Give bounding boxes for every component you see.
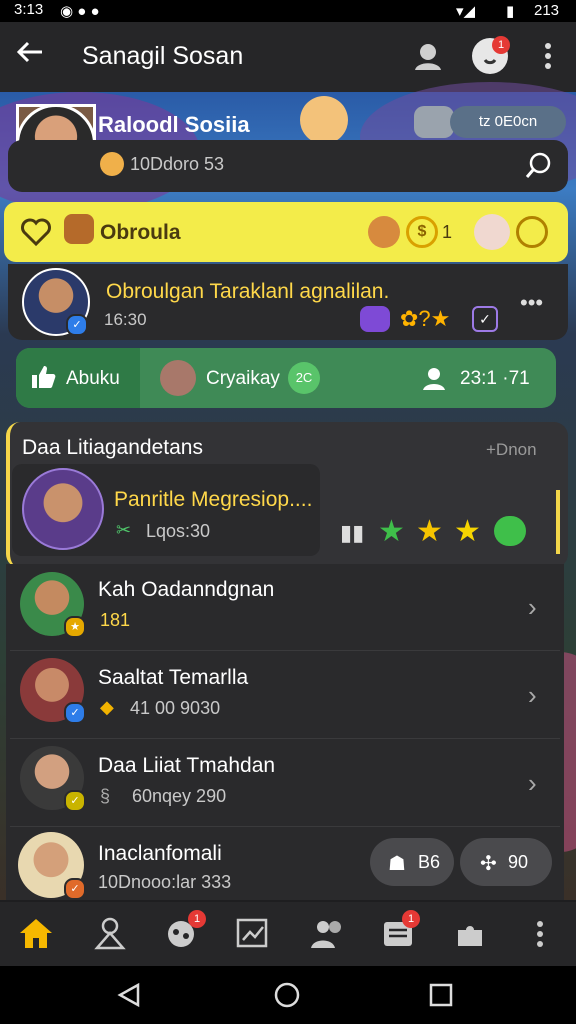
gamepad-icon: ✣ — [480, 853, 497, 875]
back-triangle-icon[interactable] — [116, 982, 142, 1008]
puzzle-icon[interactable] — [452, 916, 492, 952]
nav-badge: 1 — [402, 910, 420, 928]
verified-badge-icon: ✓ — [64, 702, 86, 724]
user-label: Cryaikay — [206, 368, 280, 389]
list-item-name: Saaltat Temarlla — [98, 666, 249, 689]
scroll-indicator — [556, 490, 560, 554]
rank-badge-icon: ✓ — [64, 878, 86, 900]
highlight-avatar[interactable] — [22, 468, 104, 550]
notification-icon: ◉ ● ● — [60, 3, 100, 20]
stats-icon: § — [100, 786, 111, 806]
system-nav-bar — [0, 966, 576, 1024]
battery-icon: ▮ — [506, 3, 515, 20]
more-options-icon[interactable] — [538, 40, 558, 72]
share-icon[interactable]: ✓ — [472, 306, 498, 332]
pill-button-b[interactable] — [460, 838, 552, 886]
wifi-icon: ▾◢ — [456, 3, 476, 20]
verified-badge-icon: ✓ — [66, 314, 88, 336]
highlight-sub: Lqos:30 — [146, 521, 211, 541]
recents-square-icon[interactable] — [428, 982, 454, 1008]
list-item-sub: 181 — [100, 610, 131, 630]
profile-icon[interactable] — [410, 38, 446, 74]
list-item[interactable] — [10, 652, 560, 739]
rank-badge-icon: ★ — [64, 616, 86, 638]
user-icon: ☗ — [388, 853, 406, 875]
more-icon[interactable] — [528, 916, 552, 952]
group-icon — [420, 364, 448, 392]
list-item-name: Kah Oadanndgnan — [98, 578, 275, 601]
list-item-name: Inaclanfomali — [98, 842, 222, 865]
battery-level: 213 — [534, 2, 560, 19]
reaction-icon[interactable] — [360, 306, 390, 332]
friends-icon[interactable] — [308, 916, 348, 952]
star-icon[interactable]: ★ — [416, 514, 443, 549]
chevron-right-icon[interactable]: › — [528, 768, 537, 799]
page-title: Sanagil Sosan — [82, 42, 244, 70]
profile-count: 10Ddoro 53 — [130, 154, 225, 174]
action-stat: 23:1 ·71 — [460, 368, 530, 389]
pill-b-label: 90 — [508, 852, 529, 872]
user-avatar[interactable] — [160, 360, 196, 396]
profile-name: Raloodl Sosiia — [98, 112, 250, 137]
pill-a-label: B6 — [418, 852, 441, 872]
coin-icon: ◆ — [100, 697, 114, 717]
list-item-sub: 10Dnooo:lar 333 — [98, 872, 232, 892]
link-icon: ✂ — [116, 520, 132, 540]
coin-face-icon — [368, 216, 400, 248]
chat-icon[interactable] — [494, 516, 526, 546]
badge-icon — [414, 106, 454, 138]
leaderboard-more-link[interactable]: +Dnon — [486, 440, 537, 460]
person-icon[interactable] — [92, 916, 132, 952]
bottom-nav: 1 1 — [0, 902, 576, 966]
list-item-name: Daa Liiat Tmahdan — [98, 754, 276, 777]
highlight-title: Panritle Megresiop.... — [114, 488, 313, 511]
notification-count-badge: 1 — [492, 36, 510, 54]
list-item[interactable] — [10, 564, 560, 651]
star-icon[interactable]: ★ — [454, 514, 481, 549]
coin-count: 1 — [442, 222, 453, 242]
nav-badge: 1 — [188, 910, 206, 928]
emoji-icon — [100, 152, 124, 176]
rank-badge-icon: ✓ — [64, 790, 86, 812]
thumbs-up-icon — [30, 364, 56, 390]
status-time: 3:13 — [14, 1, 44, 18]
like-label: Abuku — [66, 368, 120, 389]
home-circle-icon[interactable] — [274, 982, 300, 1008]
post-message: Obroulgan Taraklanl agnalilan. — [106, 280, 390, 303]
star-icon[interactable]: ★ — [378, 514, 405, 549]
user-chip: 2C — [288, 362, 320, 394]
status-bar: 3:13 ◉ ● ● ▾◢ ▮ 213 — [0, 0, 576, 22]
status-chip[interactable]: tz 0E0cn — [450, 106, 566, 138]
post-time: 16:30 — [104, 310, 147, 329]
banner-label: Obroula — [100, 221, 181, 244]
list-item-sub: 60nqey 290 — [132, 786, 227, 806]
back-arrow-icon[interactable] — [14, 36, 54, 76]
leaderboard-title: Daa Litiagandetans — [22, 436, 203, 459]
menu-coin-icon[interactable] — [516, 216, 548, 248]
emoji-reactions-icon: ✿?★ — [400, 306, 451, 331]
mascot-icon — [300, 96, 348, 144]
post-menu-icon[interactable]: ••• — [520, 290, 543, 316]
dollar-coin-icon: $ — [406, 216, 438, 248]
chevron-right-icon[interactable]: › — [528, 592, 537, 623]
list-item-sub: 41 00 9030 — [130, 698, 221, 718]
search-icon[interactable] — [524, 150, 554, 180]
heart-icon[interactable] — [20, 216, 52, 248]
pill-button-a[interactable] — [370, 838, 454, 886]
list-item[interactable] — [10, 740, 560, 827]
character-icon — [64, 214, 94, 244]
bar-chart-icon: ▮▮ — [340, 520, 365, 545]
home-icon[interactable] — [18, 916, 58, 952]
friend-avatar[interactable] — [474, 214, 510, 250]
stats-chart-icon[interactable] — [234, 916, 274, 952]
chevron-right-icon[interactable]: › — [528, 680, 537, 711]
profile-stats-card — [8, 140, 568, 192]
